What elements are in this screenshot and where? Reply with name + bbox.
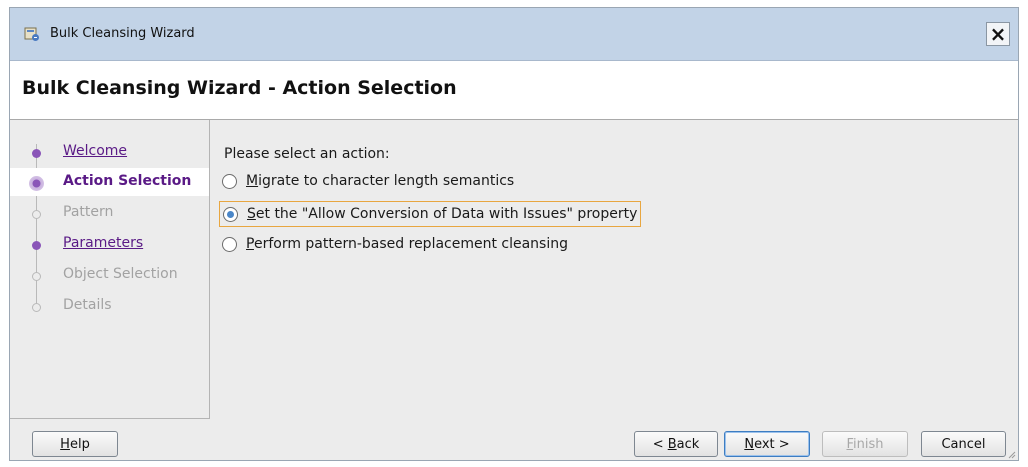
nav-step-details: Details bbox=[10, 292, 209, 320]
window-title: Bulk Cleansing Wizard bbox=[50, 26, 195, 41]
nav-step-label: Welcome bbox=[63, 143, 128, 159]
option-allow-conversion[interactable]: Set the "Allow Conversion of Data with I… bbox=[219, 201, 642, 227]
nav-step-label: Parameters bbox=[63, 235, 144, 251]
step-dot-icon bbox=[32, 272, 41, 281]
nav-step-action-selection[interactable]: Action Selection bbox=[10, 168, 209, 196]
nav-step-label: Details bbox=[63, 297, 112, 313]
wizard-header: Bulk Cleansing Wizard - Action Selection bbox=[10, 61, 1018, 120]
nav-step-pattern: Pattern bbox=[10, 199, 209, 227]
action-prompt: Please select an action: bbox=[224, 146, 390, 162]
cancel-button[interactable]: Cancel bbox=[921, 431, 1006, 457]
radio-label: Set the "Allow Conversion of Data with I… bbox=[247, 206, 638, 222]
page-title: Bulk Cleansing Wizard - Action Selection bbox=[22, 77, 457, 99]
step-dot-icon bbox=[32, 210, 41, 219]
radio-button-selected[interactable] bbox=[223, 206, 238, 222]
current-step-icon bbox=[29, 176, 44, 191]
wizard-window: Bulk Cleansing Wizard × Bulk Cleansing W… bbox=[9, 7, 1019, 461]
close-icon: × bbox=[989, 22, 1007, 46]
finish-button: Finish bbox=[822, 431, 908, 457]
resize-grip-icon[interactable] bbox=[1006, 449, 1016, 459]
wizard-steps-nav: Welcome Action Selection Pattern Paramet… bbox=[10, 120, 210, 419]
back-button[interactable]: < Back bbox=[634, 431, 718, 457]
nav-step-welcome[interactable]: Welcome bbox=[10, 138, 209, 166]
nav-step-object-selection: Object Selection bbox=[10, 261, 209, 289]
radio-button[interactable] bbox=[222, 236, 237, 252]
step-dot-icon bbox=[32, 241, 41, 250]
step-dot-icon bbox=[32, 303, 41, 312]
option-migrate-semantics[interactable]: Migrate to character length semantics bbox=[222, 169, 514, 193]
title-bar: Bulk Cleansing Wizard × bbox=[10, 8, 1018, 61]
radio-label: Perform pattern-based replacement cleans… bbox=[246, 236, 569, 252]
nav-step-label: Object Selection bbox=[63, 266, 178, 282]
next-button[interactable]: Next > bbox=[724, 431, 810, 457]
nav-step-label: Action Selection bbox=[63, 173, 192, 189]
nav-step-label: Pattern bbox=[63, 204, 114, 220]
close-button[interactable]: × bbox=[986, 22, 1010, 46]
wizard-footer: Help < Back Next > Finish Cancel bbox=[10, 419, 1018, 461]
radio-button[interactable] bbox=[222, 173, 237, 189]
nav-step-parameters[interactable]: Parameters bbox=[10, 230, 209, 258]
help-button[interactable]: Help bbox=[32, 431, 118, 457]
wizard-app-icon bbox=[24, 27, 39, 41]
radio-label: Migrate to character length semantics bbox=[246, 173, 515, 189]
step-dot-icon bbox=[32, 149, 41, 158]
action-selection-panel: Please select an action: Migrate to char… bbox=[210, 120, 1018, 418]
option-pattern-replacement[interactable]: Perform pattern-based replacement cleans… bbox=[222, 232, 568, 256]
